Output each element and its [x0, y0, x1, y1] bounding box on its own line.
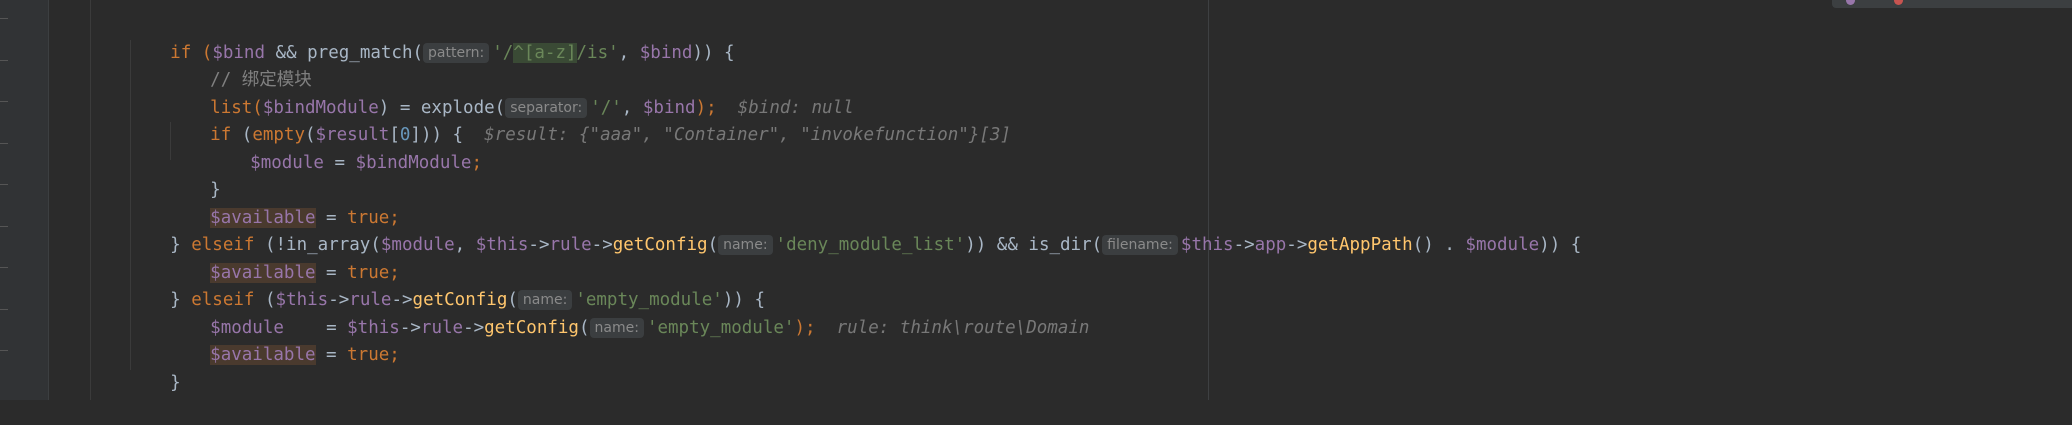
regex-highlight: ^[a-z]	[513, 42, 577, 63]
param-hint: name:	[589, 317, 644, 338]
code-line-1: if ($bind && preg_match(pattern: '/^[a-z]…	[170, 42, 735, 63]
code-line-10: } elseif ($this->rule->getConfig(name:'e…	[170, 289, 765, 310]
code-line-5: $module = $bindModule;	[250, 152, 482, 173]
code-line-12: $available = true;	[210, 344, 400, 365]
code-editor[interactable]: if ($bind && preg_match(pattern: '/^[a-z]…	[0, 0, 2072, 400]
debug-value: $result: {"aaa", "Container", "invokefun…	[484, 124, 1011, 145]
highlighted-variable: $available	[210, 344, 316, 365]
param-hint: filename:	[1102, 234, 1178, 255]
code-line-11: $module = $this->rule->getConfig(name:'e…	[210, 317, 1090, 338]
debug-value: rule: think\route\Domain	[836, 317, 1090, 338]
code-line-13: }	[170, 372, 181, 393]
param-hint: name:	[718, 234, 773, 255]
code-line-3: list($bindModule) = explode(separator: '/…	[210, 97, 854, 118]
code-line-6: }	[210, 179, 221, 200]
code-line-9: $available = true;	[210, 262, 400, 283]
code-line-4: if (empty($result[0])) { $result: {"aaa"…	[210, 124, 1011, 145]
code-line-2: // 绑定模块	[210, 69, 312, 90]
param-hint: pattern:	[423, 42, 490, 63]
code-line-7: $available = true;	[210, 207, 400, 228]
code-line-8: } elseif (!in_array($module, $this->rule…	[170, 234, 1582, 255]
